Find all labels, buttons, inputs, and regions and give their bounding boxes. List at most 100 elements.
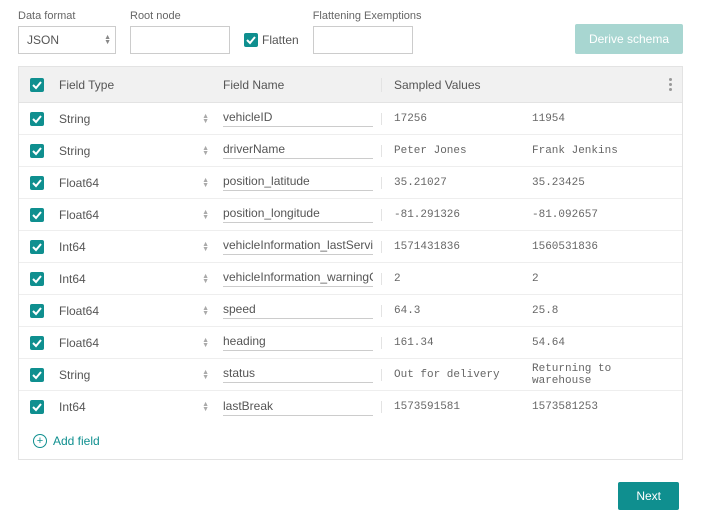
field-type-cell[interactable]: Float64 ▲▼ [55,176,219,190]
check-icon [32,80,42,90]
field-name-value: driverName [223,142,373,159]
field-type-cell[interactable]: Float64 ▲▼ [55,304,219,318]
sample-value-1: 1573591581 [381,401,520,413]
check-icon [32,114,42,124]
row-checkbox-cell [19,144,55,158]
field-name-value: status [223,366,373,383]
field-name-value: speed [223,302,373,319]
row-checkbox-cell [19,176,55,190]
row-checkbox-cell [19,400,55,414]
row-checkbox[interactable] [30,336,44,350]
chevron-updown-icon: ▲▼ [202,178,209,188]
field-type-value: Float64 [59,176,99,190]
field-type-cell[interactable]: String▲▼ [55,144,219,158]
exemptions-group: Flattening Exemptions [313,10,422,54]
row-checkbox[interactable] [30,400,44,414]
sample-value-1: 64.3 [381,305,520,317]
table-row: Float64 ▲▼ speed 64.325.8 [19,295,682,327]
field-name-cell[interactable]: vehicleInformation_lastService [219,238,381,255]
field-type-cell[interactable]: Int64▲▼ [55,400,219,414]
header-field-type[interactable]: Field Type [55,78,219,92]
sample-value-1: -81.291326 [381,209,520,221]
field-type-cell[interactable]: Int64 ▲▼ [55,272,219,286]
row-checkbox[interactable] [30,112,44,126]
field-type-value: Float64 [59,304,99,318]
field-type-cell[interactable]: String ▲▼ [55,368,219,382]
sample-value-2: Returning to warehouse [520,363,658,387]
chevron-updown-icon: ▲▼ [202,370,209,380]
table-row: String▲▼ driverName Peter JonesFrank Jenki… [19,135,682,167]
field-type-value: Float64 [59,208,99,222]
top-controls: Data format JSON ▲▼ Root node Flatten Fl… [8,8,693,66]
flatten-checkbox[interactable] [244,33,258,47]
row-checkbox[interactable] [30,144,44,158]
check-icon [32,210,42,220]
row-checkbox[interactable] [30,368,44,382]
data-format-group: Data format JSON ▲▼ [18,10,116,54]
field-type-value: String [59,368,90,382]
chevron-updown-icon: ▲▼ [202,114,209,124]
field-name-value: heading [223,334,373,351]
derive-schema-button[interactable]: Derive schema [575,24,683,54]
field-type-value: String [59,112,90,126]
exemptions-input[interactable] [314,27,412,53]
chevron-updown-icon: ▲▼ [202,306,209,316]
field-name-value: vehicleInformation_lastService [223,238,373,255]
field-type-cell[interactable]: Float64 ▲▼ [55,208,219,222]
check-icon [32,338,42,348]
field-name-cell[interactable]: speed [219,302,381,319]
select-all-checkbox[interactable] [30,78,44,92]
row-checkbox[interactable] [30,304,44,318]
field-type-cell[interactable]: String ▲▼ [55,112,219,126]
field-name-value: vehicleInformation_warningCod [223,270,373,287]
table-row: Float64▲▼position_latitude35.2102735.234… [19,167,682,199]
field-name-cell[interactable]: driverName [219,142,381,159]
field-name-cell[interactable]: lastBreak [219,399,381,416]
header-field-name[interactable]: Field Name [219,78,381,92]
schema-table: Field Type Field Name Sampled Values Str… [18,66,683,460]
row-checkbox-cell [19,272,55,286]
sample-value-2: 25.8 [520,305,658,317]
field-name-value: position_latitude [223,174,373,191]
field-type-value: Int64 [59,400,86,414]
check-icon [32,306,42,316]
field-name-cell[interactable]: heading [219,334,381,351]
table-row: String▲▼statusOut for deliveryReturning … [19,359,682,391]
field-type-value: Int64 [59,272,86,286]
sample-value-2: 54.64 [520,337,658,349]
row-checkbox[interactable] [30,176,44,190]
root-node-label: Root node [130,10,230,22]
chevron-updown-icon: ▲▼ [202,210,209,220]
exemptions-input-wrap [313,26,413,54]
root-node-input[interactable] [131,27,229,53]
field-name-cell[interactable]: status [219,366,381,383]
field-type-cell[interactable]: Float64▲▼ [55,336,219,350]
plus-circle-icon: + [33,434,47,448]
check-icon [32,370,42,380]
table-header: Field Type Field Name Sampled Values [19,67,682,103]
table-row: Int64▲▼vehicleInformation_warningCod22 [19,263,682,295]
chevron-updown-icon: ▲▼ [104,35,111,45]
data-format-label: Data format [18,10,116,22]
row-checkbox[interactable] [30,272,44,286]
row-checkbox-cell [19,368,55,382]
sample-value-2: Frank Jenkins [520,145,658,157]
header-checkbox-cell [19,78,55,92]
table-body: String▲▼vehicleID1725611954String▲▼drive… [19,103,682,423]
field-name-cell[interactable]: vehicleID [219,110,381,127]
chevron-updown-icon: ▲▼ [202,274,209,284]
row-checkbox[interactable] [30,208,44,222]
sample-value-2: 1560531836 [520,241,658,253]
data-format-select[interactable]: JSON ▲▼ [18,26,116,54]
header-menu-button[interactable] [658,78,682,91]
check-icon [32,242,42,252]
exemptions-label: Flattening Exemptions [313,10,422,22]
row-checkbox-cell [19,336,55,350]
row-checkbox[interactable] [30,240,44,254]
field-name-cell[interactable]: position_longitude [219,206,381,223]
field-name-cell[interactable]: position_latitude [219,174,381,191]
field-name-cell[interactable]: vehicleInformation_warningCod [219,270,381,287]
sample-value-1: Peter Jones [381,145,520,157]
field-type-cell[interactable]: Int64▲▼ [55,240,219,254]
add-field-button[interactable]: + Add field [19,423,682,459]
